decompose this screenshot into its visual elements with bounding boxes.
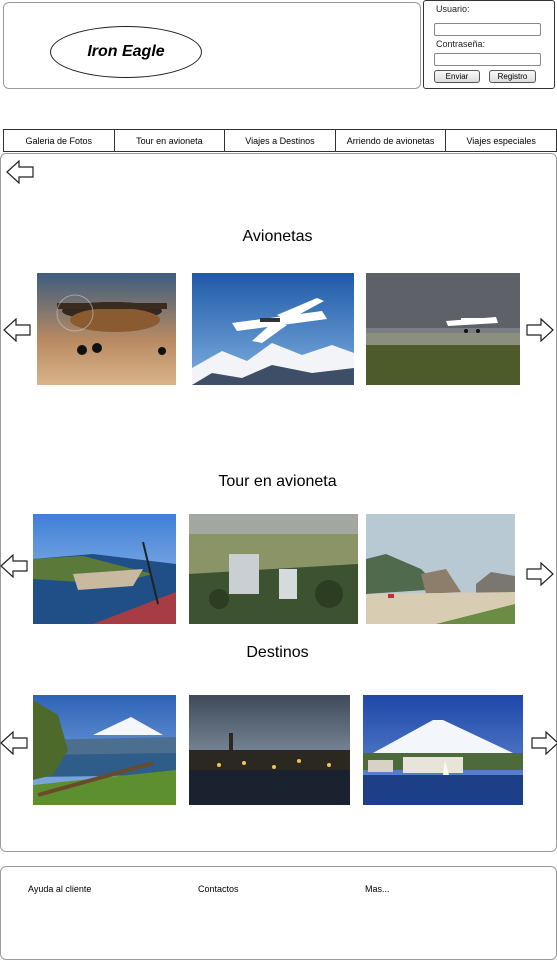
submit-button[interactable]: Enviar [434, 70, 480, 83]
photo-avioneta-3[interactable] [366, 273, 520, 385]
section-title-tour: Tour en avioneta [218, 473, 337, 490]
username-input[interactable] [434, 23, 541, 36]
login-panel: Usuario: Contraseña: Enviar Registro [423, 0, 555, 89]
back-arrow-icon[interactable] [6, 160, 34, 184]
footer-link-contactos[interactable]: Contactos [198, 884, 239, 894]
prev-arrow-icon[interactable] [0, 731, 28, 755]
photo-destino-1[interactable] [33, 695, 176, 805]
nav-item-galeria[interactable]: Galeria de Fotos [4, 130, 115, 151]
nav-item-destinos[interactable]: Viajes a Destinos [225, 130, 336, 151]
photo-tour-1[interactable] [33, 514, 176, 624]
password-label: Contraseña: [436, 39, 486, 49]
prev-arrow-icon[interactable] [0, 554, 28, 578]
footer-link-ayuda[interactable]: Ayuda al cliente [28, 884, 91, 894]
header: Iron Eagle [3, 2, 421, 89]
section-title-destinos: Destinos [246, 644, 309, 661]
photo-tour-3[interactable] [366, 514, 515, 624]
register-button[interactable]: Registro [489, 70, 536, 83]
photo-avioneta-2[interactable] [192, 273, 354, 385]
footer: Ayuda al cliente Contactos Mas... [0, 866, 557, 960]
nav-item-arriendo[interactable]: Arriendo de avionetas [336, 130, 447, 151]
photo-destino-3[interactable] [363, 695, 523, 805]
next-arrow-icon[interactable] [526, 562, 554, 586]
photo-avioneta-1[interactable] [37, 273, 176, 385]
password-input[interactable] [434, 53, 541, 66]
next-arrow-icon[interactable] [526, 318, 554, 342]
username-label: Usuario: [436, 4, 470, 14]
prev-arrow-icon[interactable] [3, 318, 31, 342]
main-nav: Galeria de Fotos Tour en avioneta Viajes… [3, 129, 557, 152]
nav-item-especiales[interactable]: Viajes especiales [446, 130, 556, 151]
footer-link-mas[interactable]: Mas... [365, 884, 390, 894]
photo-tour-2[interactable] [189, 514, 358, 624]
nav-item-tour[interactable]: Tour en avioneta [115, 130, 226, 151]
next-arrow-icon[interactable] [531, 731, 557, 755]
section-title-avionetas: Avionetas [242, 228, 313, 245]
logo[interactable]: Iron Eagle [50, 26, 202, 78]
photo-destino-2[interactable] [189, 695, 350, 805]
